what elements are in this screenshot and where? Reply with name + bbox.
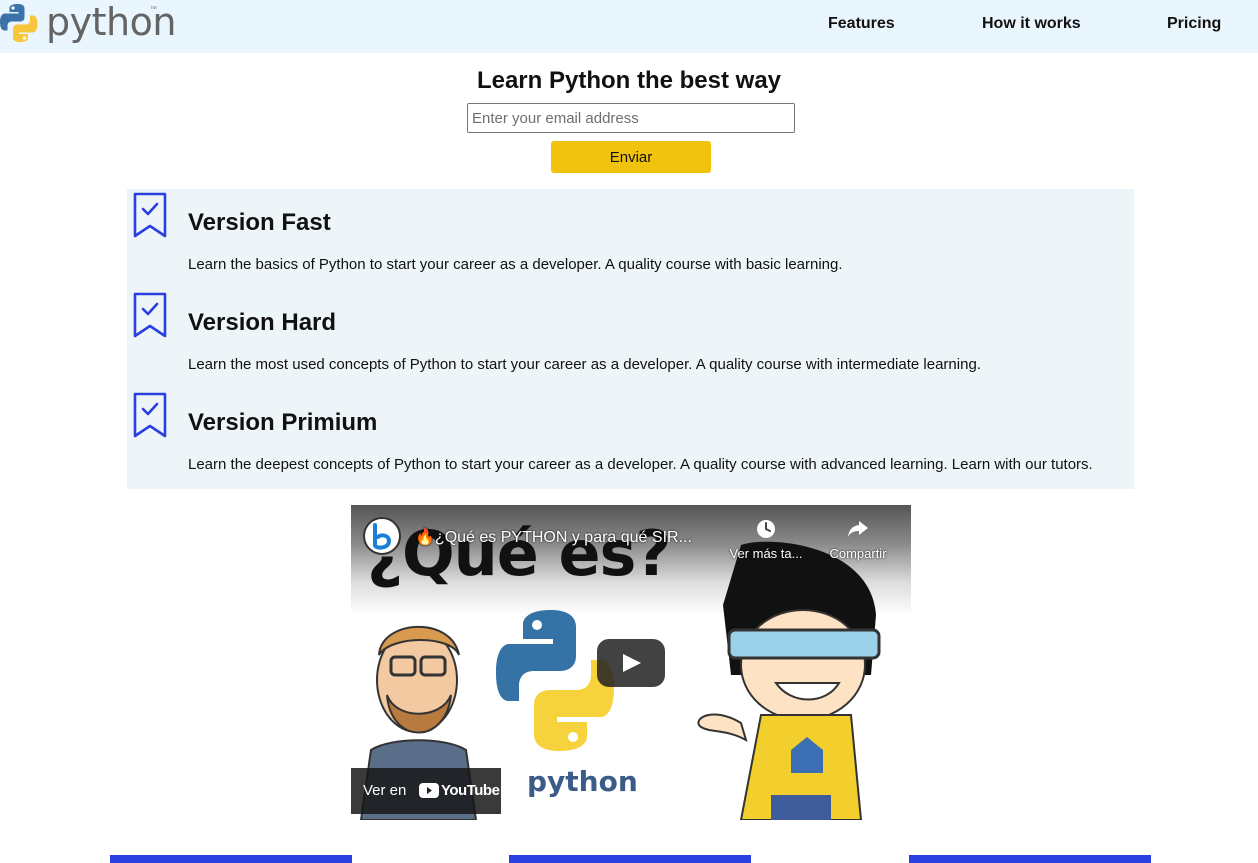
feature-item-hard: Version Hard Learn the most used concept…: [127, 289, 1134, 389]
share-button[interactable]: Compartir: [818, 519, 898, 561]
feature-description: Learn the deepest concepts of Python to …: [188, 456, 1093, 473]
site-header: python ™ Features How it works Pricing: [0, 0, 1258, 53]
share-arrow-icon: [848, 521, 868, 537]
right-character-illustration: [697, 541, 881, 820]
video-title[interactable]: 🔥¿Qué es PYTHON y para qué SIR...: [415, 527, 692, 547]
python-logo[interactable]: python ™: [0, 0, 176, 50]
thumbnail-python-logo: [496, 610, 614, 751]
thumbnail-python-wordmark: python: [527, 765, 638, 798]
bookmark-check-icon: [133, 192, 167, 238]
video-embed[interactable]: ¿Qué es? python 🔥¿Qué es PYTHON y para q…: [351, 505, 911, 820]
feature-title: Version Fast: [188, 209, 331, 236]
clock-icon: [757, 520, 775, 538]
play-icon: [623, 654, 641, 672]
feature-description: Learn the basics of Python to start your…: [188, 256, 843, 273]
feature-title: Version Primium: [188, 409, 378, 436]
feature-title: Version Hard: [188, 309, 337, 336]
feature-description: Learn the most used concepts of Python t…: [188, 356, 981, 373]
watch-later-button[interactable]: Ver más ta...: [726, 519, 806, 561]
watch-on-label: Ver en: [363, 782, 407, 799]
youtube-wordmark: YouTube: [441, 782, 500, 799]
youtube-play-icon: [419, 783, 439, 798]
python-logo-icon: [0, 4, 38, 43]
logo-trademark: ™: [150, 6, 157, 13]
bookmark-check-icon: [133, 292, 167, 338]
hero-title: Learn Python the best way: [476, 67, 782, 94]
watch-on-youtube-button[interactable]: Ver en YouTube: [351, 768, 501, 814]
bookmark-check-icon: [133, 392, 167, 438]
bottom-card-3: [909, 855, 1151, 863]
bottom-card-1: [110, 855, 352, 863]
nav-how-it-works[interactable]: How it works: [982, 15, 1081, 33]
feature-item-primium: Version Primium Learn the deepest concep…: [127, 389, 1134, 489]
channel-logo-icon: [373, 523, 392, 550]
feature-item-fast: Version Fast Learn the basics of Python …: [127, 189, 1134, 289]
nav-pricing[interactable]: Pricing: [1167, 15, 1221, 33]
nav-features[interactable]: Features: [828, 15, 895, 33]
bottom-card-2: [509, 855, 751, 863]
watch-later-label: Ver más ta...: [729, 546, 803, 561]
email-input[interactable]: [467, 103, 795, 133]
play-button[interactable]: [597, 639, 665, 687]
features-panel: Version Fast Learn the basics of Python …: [127, 189, 1134, 489]
channel-avatar[interactable]: [363, 517, 401, 555]
share-label: Compartir: [829, 546, 887, 561]
submit-button[interactable]: Enviar: [551, 141, 711, 173]
